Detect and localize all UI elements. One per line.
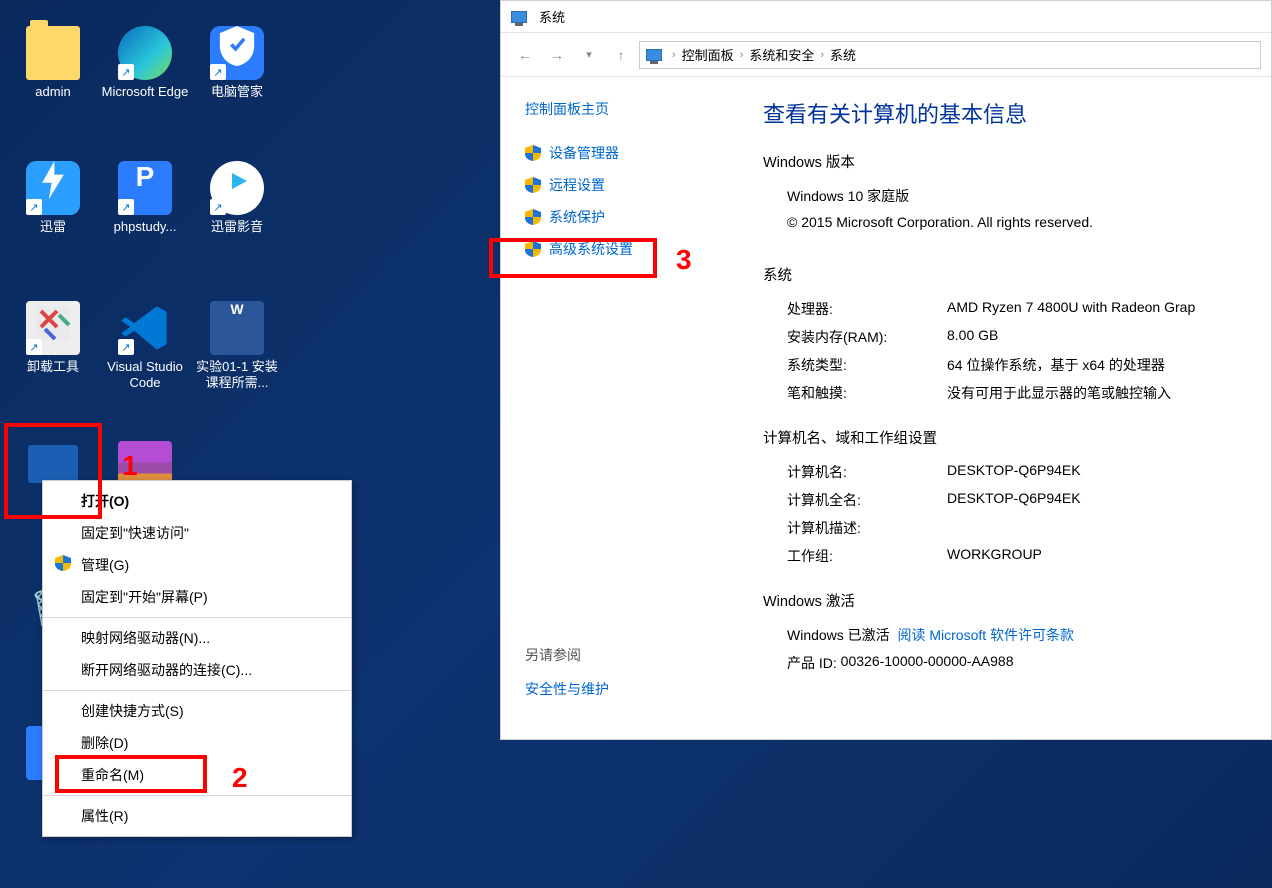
shield-icon [525, 209, 541, 225]
menu-item-pin-quick[interactable]: 固定到"快速访问" [43, 517, 351, 549]
copyright-text: © 2015 Microsoft Corporation. All rights… [763, 210, 1263, 234]
shield-icon [55, 555, 71, 571]
back-button[interactable]: ← [511, 41, 539, 69]
icon-label: 迅雷 [8, 219, 98, 235]
desktop-icon-phpstudy[interactable]: P ↗ phpstudy... [100, 155, 190, 255]
section-activation: Windows 激活 [763, 590, 1263, 611]
page-heading: 查看有关计算机的基本信息 [763, 97, 1263, 129]
section-system: 系统 [763, 264, 1263, 285]
desktop-icon-thunderav[interactable]: ↗ 迅雷影音 [192, 155, 282, 255]
menu-item-properties[interactable]: 属性(R) [43, 800, 351, 832]
chevron-right-icon: › [740, 49, 744, 61]
navbar: ← → ▾ ↑ › 控制面板 › 系统和安全 › 系统 [501, 33, 1271, 77]
up-button[interactable]: ↑ [607, 41, 635, 69]
shield-icon [525, 145, 541, 161]
shortcut-arrow-icon: ↗ [210, 199, 226, 215]
address-bar[interactable]: › 控制面板 › 系统和安全 › 系统 [639, 41, 1261, 69]
folder-icon [26, 26, 80, 80]
computer-row: 计算机全名:DESKTOP-Q6P94EK [763, 486, 1263, 514]
section-windows-version: Windows 版本 [763, 151, 1263, 172]
breadcrumb-item[interactable]: 系统和安全 [749, 45, 814, 64]
menu-separator [43, 617, 351, 618]
desktop-icon-edge[interactable]: ↗ Microsoft Edge [100, 20, 190, 120]
shortcut-arrow-icon: ↗ [26, 199, 42, 215]
content: 查看有关计算机的基本信息 Windows 版本 Windows 10 家庭版 ©… [751, 77, 1271, 739]
desktop-icon-vscode[interactable]: ↗ Visual Studio Code [100, 295, 190, 395]
windows-edition: Windows 10 家庭版 [787, 186, 909, 206]
activation-terms-link[interactable]: 阅读 Microsoft 软件许可条款 [897, 625, 1074, 645]
icon-label: Microsoft Edge [100, 84, 190, 100]
menu-item-open[interactable]: 打开(O) [43, 485, 351, 517]
titlebar[interactable]: 系统 [501, 1, 1271, 33]
shield-icon [525, 241, 541, 257]
system-icon [511, 11, 527, 23]
callout-label-2: 2 [232, 762, 248, 794]
sidebar-item-device-manager[interactable]: 设备管理器 [525, 137, 727, 169]
breadcrumb-item[interactable]: 控制面板 [682, 45, 734, 64]
callout-label-3: 3 [676, 244, 692, 276]
shortcut-arrow-icon: ↗ [118, 339, 134, 355]
menu-item-pin-start[interactable]: 固定到"开始"屏幕(P) [43, 581, 351, 613]
sidebar-item-remote[interactable]: 远程设置 [525, 169, 727, 201]
shortcut-arrow-icon: ↗ [26, 339, 42, 355]
sidebar-footer-title: 另请参阅 [525, 645, 727, 665]
menu-separator [43, 690, 351, 691]
icon-label: phpstudy... [100, 219, 190, 235]
icon-label: 迅雷影音 [192, 219, 282, 235]
menu-item-delete[interactable]: 删除(D) [43, 727, 351, 759]
desktop-icon-uninstall[interactable]: ↗ 卸载工具 [8, 295, 98, 395]
menu-item-map-drive[interactable]: 映射网络驱动器(N)... [43, 622, 351, 654]
shield-icon [525, 177, 541, 193]
chevron-right-icon: › [672, 49, 676, 61]
shortcut-arrow-icon: ↗ [118, 64, 134, 80]
desktop-icon-thunder[interactable]: ↗ 迅雷 [8, 155, 98, 255]
icon-label: 实验01-1 安装课程所需... [192, 359, 282, 391]
menu-item-rename[interactable]: 重命名(M) [43, 759, 351, 791]
shortcut-arrow-icon: ↗ [210, 64, 226, 80]
sidebar-home[interactable]: 控制面板主页 [525, 99, 727, 119]
system-row: 系统类型:64 位操作系统，基于 x64 的处理器 [763, 351, 1263, 379]
icon-label: 电脑管家 [192, 84, 282, 100]
this-pc-icon [28, 445, 78, 483]
computer-row: 工作组:WORKGROUP [763, 542, 1263, 570]
desktop-icon-admin[interactable]: admin [8, 20, 98, 120]
forward-button[interactable]: → [543, 41, 571, 69]
system-window: 系统 ← → ▾ ↑ › 控制面板 › 系统和安全 › 系统 控制面板主页 设备… [500, 0, 1272, 740]
address-icon [646, 49, 662, 61]
section-computer: 计算机名、域和工作组设置 [763, 427, 1263, 448]
activation-row: Windows 已激活 阅读 Microsoft 软件许可条款 [763, 621, 1263, 649]
sidebar: 控制面板主页 设备管理器 远程设置 系统保护 高级系统设置 另请参阅 安全性与维… [501, 77, 751, 739]
menu-item-shortcut[interactable]: 创建快捷方式(S) [43, 695, 351, 727]
breadcrumb-item[interactable]: 系统 [830, 45, 856, 64]
system-row: 安装内存(RAM):8.00 GB [763, 323, 1263, 351]
system-row: 笔和触摸:没有可用于此显示器的笔或触控输入 [763, 379, 1263, 407]
computer-row: 计算机描述: [763, 514, 1263, 542]
icon-label: admin [8, 84, 98, 100]
callout-label-1: 1 [122, 450, 138, 482]
menu-separator [43, 795, 351, 796]
icon-label: Visual Studio Code [100, 359, 190, 391]
computer-row: 计算机名:DESKTOP-Q6P94EK [763, 458, 1263, 486]
sidebar-footer-link-security[interactable]: 安全性与维护 [525, 675, 727, 703]
recent-button[interactable]: ▾ [575, 41, 603, 69]
icon-label: 卸载工具 [8, 359, 98, 375]
context-menu: 打开(O) 固定到"快速访问" 管理(G) 固定到"开始"屏幕(P) 映射网络驱… [42, 480, 352, 837]
chevron-right-icon: › [820, 49, 824, 61]
desktop-icon-exp01[interactable]: W 实验01-1 安装课程所需... [192, 295, 282, 395]
system-row: 处理器:AMD Ryzen 7 4800U with Radeon Grap [763, 295, 1263, 323]
shortcut-arrow-icon: ↗ [118, 199, 134, 215]
menu-item-disconnect-drive[interactable]: 断开网络驱动器的连接(C)... [43, 654, 351, 686]
menu-item-manage[interactable]: 管理(G) [43, 549, 351, 581]
sidebar-item-advanced[interactable]: 高级系统设置 [525, 233, 727, 265]
sidebar-item-protection[interactable]: 系统保护 [525, 201, 727, 233]
word-doc-icon: W [210, 301, 264, 355]
product-id-row: 产品 ID: 00326-10000-00000-AA988 [763, 649, 1263, 677]
window-title: 系统 [539, 7, 565, 26]
desktop-icon-pcmgr[interactable]: ↗ 电脑管家 [192, 20, 282, 120]
